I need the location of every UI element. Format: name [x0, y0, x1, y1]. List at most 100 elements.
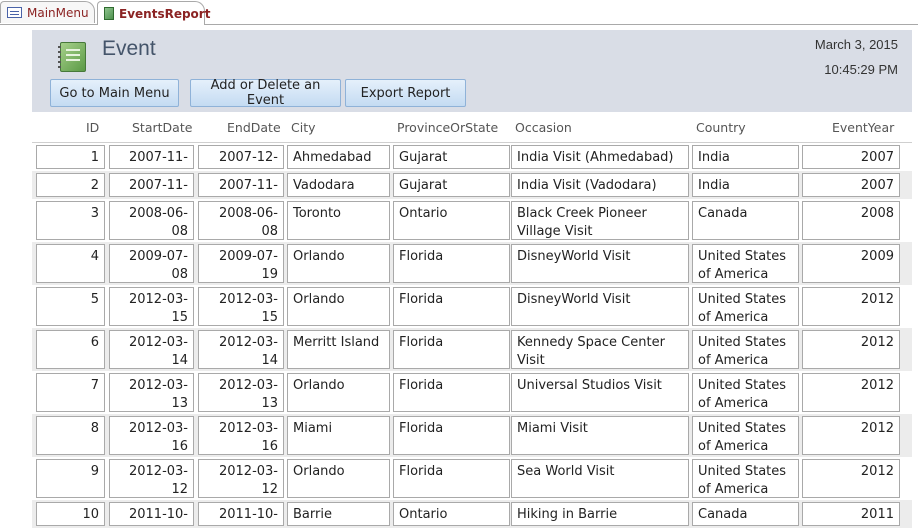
country-cell: United States of America: [692, 244, 799, 283]
country-cell: United States of America: [692, 416, 799, 455]
tab-events-report[interactable]: EventsReport: [97, 1, 210, 25]
event-year-cell: 2009: [802, 244, 900, 283]
column-header-row: ID StartDate EndDate City ProvinceOrStat…: [32, 112, 912, 143]
city-cell: Toronto: [287, 201, 390, 240]
event-year-cell: 2012: [802, 373, 900, 412]
event-year-cell: 2011: [802, 502, 900, 526]
province-cell: Ontario: [393, 502, 510, 526]
city-cell: Orlando: [287, 373, 390, 412]
report-header: Event March 3, 2015 10:45:29 PM Go to Ma…: [32, 30, 912, 112]
start-date-cell: 2009-07-08: [109, 244, 194, 283]
occasion-cell: Black Creek Pioneer Village Visit: [511, 201, 689, 240]
end-date-cell: 2007-11-14: [198, 173, 284, 197]
province-cell: Florida: [393, 244, 510, 283]
country-cell: India: [692, 145, 799, 169]
column-header-country: Country: [696, 120, 746, 135]
table-row: 22007-11-112007-11-14VadodaraGujaratIndi…: [32, 171, 912, 199]
id-cell: 2: [36, 173, 105, 197]
id-cell: 10: [36, 502, 105, 526]
end-date-cell: 2008-06-08: [198, 201, 284, 240]
end-date-cell: 2011-10-25: [198, 502, 284, 526]
country-cell: United States of America: [692, 287, 799, 326]
tab-label: EventsReport: [119, 6, 211, 21]
id-cell: 1: [36, 145, 105, 169]
report-title: Event: [102, 37, 156, 60]
occasion-cell: India Visit (Ahmedabad): [511, 145, 689, 169]
start-date-cell: 2012-03-15: [109, 287, 194, 326]
event-year-cell: 2012: [802, 459, 900, 498]
report-date: March 3, 2015: [814, 37, 898, 52]
report-icon: [58, 42, 86, 72]
column-header-enddate: EndDate: [227, 120, 281, 135]
form-icon: [7, 7, 22, 18]
id-cell: 6: [36, 330, 105, 369]
table-row: 5 2012-03-15 2012-03-15 Orlando Florida Disne…: [32, 285, 912, 328]
column-header-startdate: StartDate: [132, 120, 193, 135]
city-cell: Orlando: [287, 459, 390, 498]
city-cell: Merritt Island: [287, 330, 390, 369]
column-header-occasion: Occasion: [515, 120, 572, 135]
column-header-id: ID: [86, 120, 100, 135]
occasion-cell: India Visit (Vadodara): [511, 173, 689, 197]
end-date-cell: 2012-03-14: [198, 330, 284, 369]
event-year-cell: 2012: [802, 287, 900, 326]
go-to-main-menu-button[interactable]: Go to Main Menu: [50, 79, 179, 107]
country-cell: Canada: [692, 502, 799, 526]
country-cell: United States of America: [692, 459, 799, 498]
table-row: 12007-11-092007-12-01AhmedabadGujaratInd…: [32, 143, 912, 171]
occasion-cell: Sea World Visit: [511, 459, 689, 498]
province-cell: Florida: [393, 330, 510, 369]
id-cell: 4: [36, 244, 105, 283]
table-row: 3 2008-06-08 2008-06-08 Toronto Ontario Black…: [32, 199, 912, 242]
column-header-province: ProvinceOrState: [397, 120, 499, 135]
id-cell: 3: [36, 201, 105, 240]
end-date-cell: 2012-03-16: [198, 416, 284, 455]
country-cell: Canada: [692, 201, 799, 240]
table-row: 9 2012-03-12 2012-03-12 Orlando Florida Sea W…: [32, 457, 912, 500]
tab-label: MainMenu: [27, 5, 89, 20]
occasion-cell: Miami Visit: [511, 416, 689, 455]
document-tab-bar: MainMenu EventsReport: [0, 0, 918, 25]
add-or-delete-event-button[interactable]: Add or Delete an Event: [190, 78, 341, 108]
end-date-cell: 2012-03-13: [198, 373, 284, 412]
occasion-cell: DisneyWorld Visit: [511, 244, 689, 283]
province-cell: Ontario: [393, 201, 510, 240]
table-row: 4 2009-07-08 2009-07-19 Orlando Florida Disne…: [32, 242, 912, 285]
id-cell: 7: [36, 373, 105, 412]
start-date-cell: 2007-11-11: [109, 173, 194, 197]
report-icon: [104, 7, 114, 20]
province-cell: Florida: [393, 459, 510, 498]
province-cell: Florida: [393, 416, 510, 455]
city-cell: Ahmedabad: [287, 145, 390, 169]
id-cell: 9: [36, 459, 105, 498]
id-cell: 8: [36, 416, 105, 455]
start-date-cell: 2012-03-13: [109, 373, 194, 412]
start-date-cell: 2012-03-12: [109, 459, 194, 498]
end-date-cell: 2007-12-01: [198, 145, 284, 169]
column-header-city: City: [291, 120, 316, 135]
occasion-cell: Universal Studios Visit: [511, 373, 689, 412]
province-cell: Florida: [393, 287, 510, 326]
city-cell: Vadodara: [287, 173, 390, 197]
event-year-cell: 2007: [802, 145, 900, 169]
city-cell: Orlando: [287, 287, 390, 326]
start-date-cell: 2011-10-09: [109, 502, 194, 526]
start-date-cell: 2008-06-08: [109, 201, 194, 240]
end-date-cell: 2009-07-19: [198, 244, 284, 283]
id-cell: 5: [36, 287, 105, 326]
event-year-cell: 2007: [802, 173, 900, 197]
country-cell: United States of America: [692, 330, 799, 369]
event-year-cell: 2012: [802, 330, 900, 369]
city-cell: Barrie: [287, 502, 390, 526]
tab-main-menu[interactable]: MainMenu: [0, 1, 95, 23]
occasion-cell: Hiking in Barrie: [511, 502, 689, 526]
province-cell: Gujarat: [393, 173, 510, 197]
table-row: 8 2012-03-16 2012-03-16 Miami Florida Miami V…: [32, 414, 912, 457]
table-row: 7 2012-03-13 2012-03-13 Orlando Florida Unive…: [32, 371, 912, 414]
end-date-cell: 2012-03-12: [198, 459, 284, 498]
country-cell: India: [692, 173, 799, 197]
city-cell: Miami: [287, 416, 390, 455]
table-row: 6 2012-03-14 2012-03-14 Merritt Island Flori…: [32, 328, 912, 371]
export-report-button[interactable]: Export Report: [345, 79, 466, 107]
start-date-cell: 2007-11-09: [109, 145, 194, 169]
